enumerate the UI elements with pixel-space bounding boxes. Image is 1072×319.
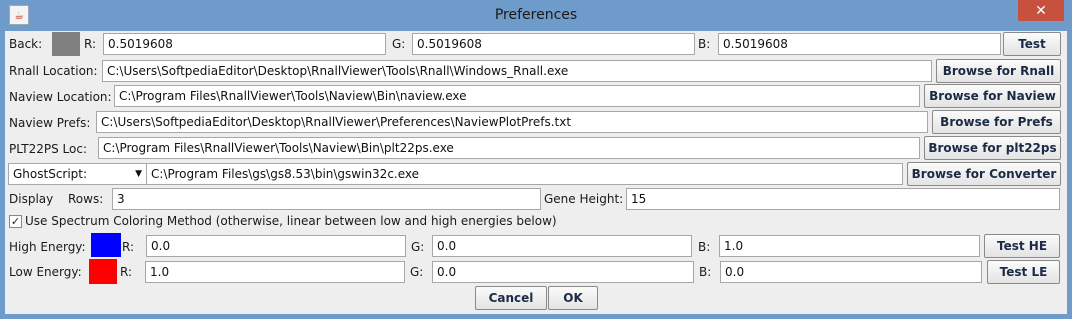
browse-plt22ps-button[interactable]: Browse for plt22ps: [924, 136, 1061, 160]
display-label: Display: [9, 192, 54, 206]
back-g-label: G:: [392, 37, 406, 51]
window-title: Preferences: [494, 7, 578, 23]
browse-prefs-button[interactable]: Browse for Prefs: [932, 110, 1061, 134]
close-button[interactable]: ✕: [1018, 0, 1064, 21]
plt22ps-label: PLT22PS Loc:: [9, 142, 87, 156]
high-r-label: R:: [122, 240, 135, 254]
high-b-label: B:: [698, 240, 711, 254]
low-energy-swatch[interactable]: [89, 259, 117, 284]
high-energy-label: High Energy:: [9, 240, 86, 254]
prefs-path-field[interactable]: C:\Users\SoftpediaEditor\Desktop\RnallVi…: [96, 111, 928, 133]
rnall-path-field[interactable]: C:\Users\SoftpediaEditor\Desktop\RnallVi…: [102, 60, 932, 82]
converter-path-field[interactable]: C:\Program Files\gs\gs8.53\bin\gswin32c.…: [146, 163, 903, 185]
gene-height-field[interactable]: 15: [626, 188, 1060, 210]
high-g-label: G:: [411, 240, 425, 254]
low-b-field[interactable]: 0.0: [720, 261, 982, 283]
high-b-field[interactable]: 1.0: [719, 235, 980, 257]
converter-select[interactable]: GhostScript: ▼: [8, 163, 147, 185]
back-b-label: B:: [698, 37, 711, 51]
naview-path-field[interactable]: C:\Program Files\RnallViewer\Tools\Navie…: [114, 85, 920, 107]
rnall-label: Rnall Location:: [9, 64, 98, 78]
rows-label: Rows:: [68, 192, 104, 206]
browse-converter-button[interactable]: Browse for Converter: [907, 162, 1061, 186]
browse-naview-button[interactable]: Browse for Naview: [924, 84, 1061, 108]
back-r-field[interactable]: 0.5019608: [103, 33, 386, 55]
high-r-field[interactable]: 0.0: [146, 235, 406, 257]
converter-select-value: GhostScript:: [13, 167, 88, 181]
cancel-button[interactable]: Cancel: [475, 286, 547, 310]
plt22ps-path-field[interactable]: C:\Program Files\RnallViewer\Tools\Navie…: [98, 137, 920, 159]
back-color-swatch[interactable]: [52, 32, 80, 56]
browse-rnall-button[interactable]: Browse for Rnall: [936, 59, 1061, 83]
test-le-button[interactable]: Test LE: [987, 260, 1060, 284]
spectrum-checkbox[interactable]: ✓: [9, 215, 22, 228]
naview-label: Naview Location:: [9, 90, 112, 104]
rows-field[interactable]: 3: [112, 188, 541, 210]
high-g-field[interactable]: 0.0: [432, 235, 692, 257]
ok-button[interactable]: OK: [548, 286, 598, 310]
low-b-label: B:: [699, 265, 712, 279]
title-bar[interactable]: ☕ Preferences ✕: [0, 0, 1072, 32]
high-energy-swatch[interactable]: [91, 233, 121, 257]
spectrum-label: Use Spectrum Coloring Method (otherwise,…: [25, 214, 557, 228]
preferences-window: ☕ Preferences ✕ Back: R: 0.5019608 G: 0.…: [0, 0, 1072, 319]
low-g-label: G:: [410, 265, 424, 279]
back-r-label: R:: [84, 37, 97, 51]
naview-prefs-label: Naview Prefs:: [9, 116, 91, 130]
back-b-field[interactable]: 0.5019608: [718, 33, 1001, 55]
low-energy-label: Low Energy:: [9, 265, 82, 279]
back-g-field[interactable]: 0.5019608: [412, 33, 695, 55]
chevron-down-icon: ▼: [135, 169, 142, 179]
low-r-label: R:: [120, 265, 133, 279]
gene-height-label: Gene Height:: [544, 192, 624, 206]
back-label: Back:: [9, 37, 43, 51]
low-g-field[interactable]: 0.0: [432, 261, 694, 283]
preferences-panel: Back: R: 0.5019608 G: 0.5019608 B: 0.501…: [5, 31, 1067, 314]
low-r-field[interactable]: 1.0: [145, 261, 405, 283]
test-he-button[interactable]: Test HE: [984, 234, 1060, 258]
test-back-button[interactable]: Test: [1003, 32, 1061, 56]
